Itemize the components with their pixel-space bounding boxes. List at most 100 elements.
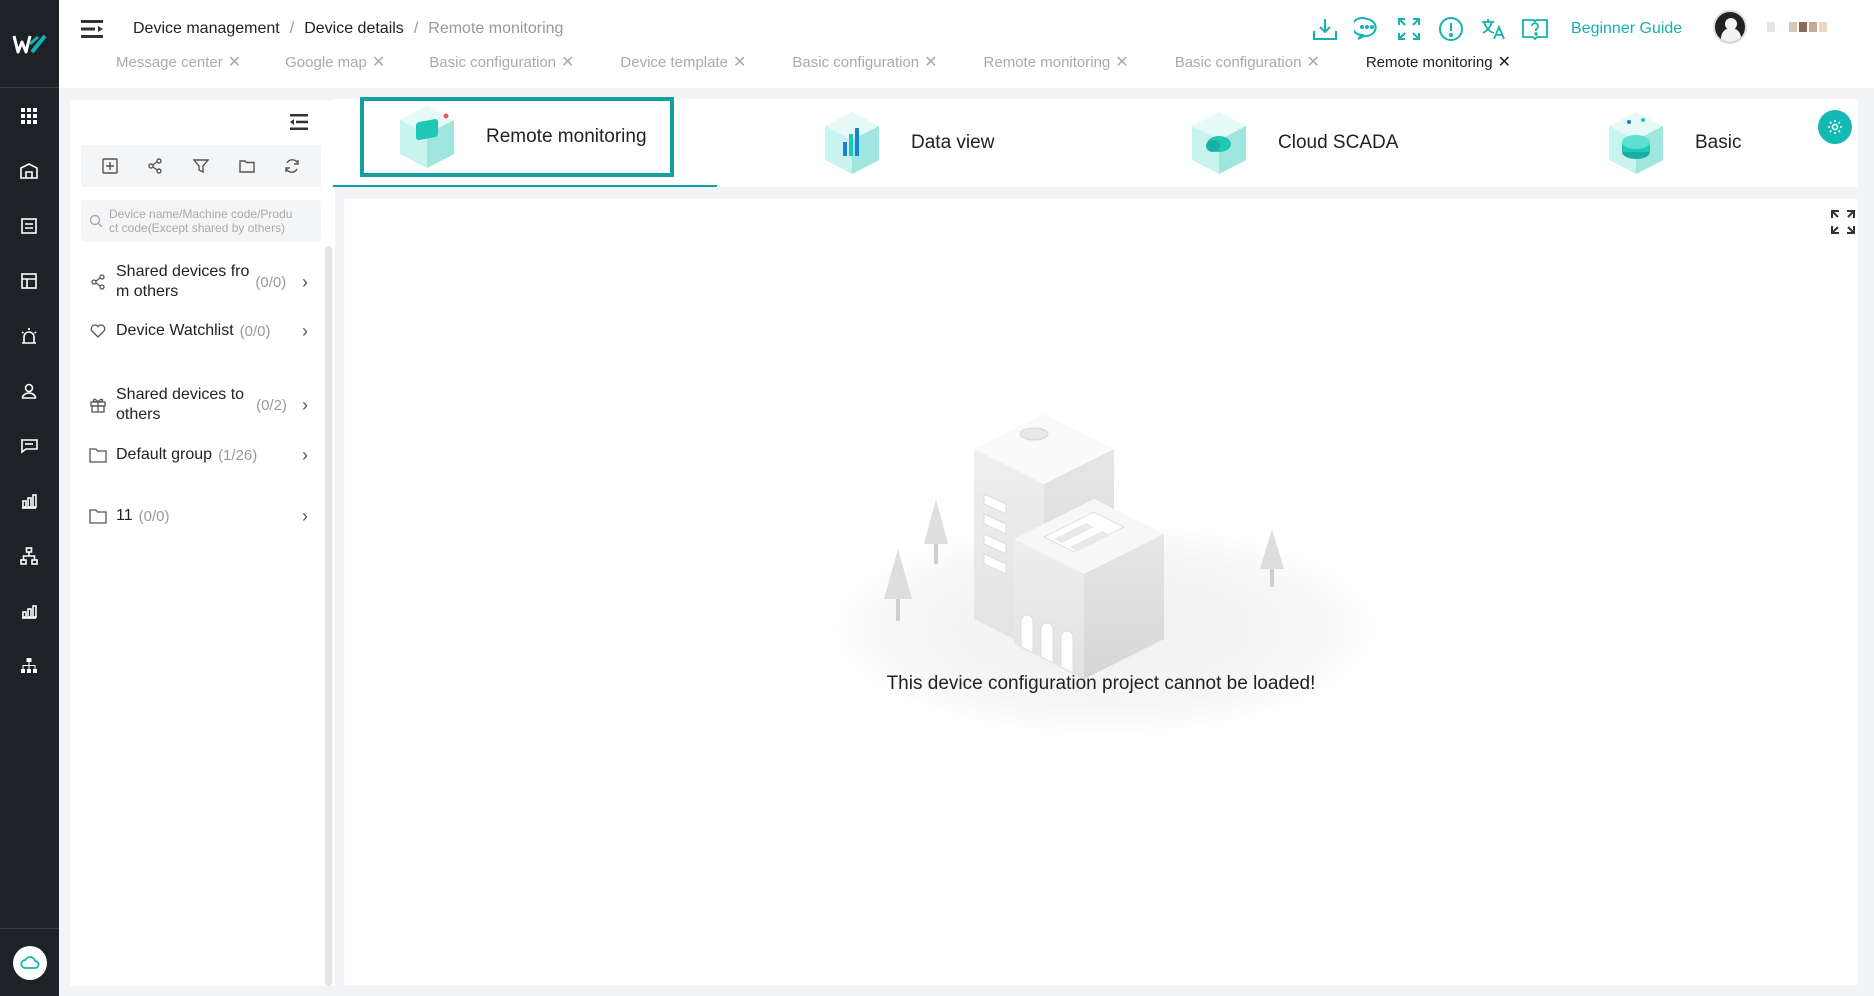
- open-tab[interactable]: Google map ✕: [285, 52, 385, 72]
- open-tab[interactable]: Message center ✕: [116, 52, 241, 72]
- message-icon[interactable]: [18, 435, 40, 457]
- org-chart-icon[interactable]: [18, 655, 40, 677]
- open-tab-label[interactable]: Basic configuration: [1175, 54, 1302, 71]
- open-tab-label[interactable]: Google map: [285, 54, 367, 71]
- statistics-icon[interactable]: [18, 600, 40, 622]
- cloud-icon[interactable]: [12, 945, 47, 980]
- tree-toolbar: [81, 145, 321, 187]
- add-icon[interactable]: [100, 156, 120, 176]
- open-tab-label[interactable]: Message center: [116, 54, 223, 71]
- alarm-icon[interactable]: [18, 325, 40, 347]
- settings-button[interactable]: [1818, 110, 1852, 144]
- close-icon[interactable]: ✕: [733, 52, 746, 72]
- building-icon[interactable]: [18, 160, 40, 182]
- chevron-right-icon[interactable]: ›: [302, 445, 308, 466]
- folder-icon[interactable]: [237, 156, 257, 176]
- open-tab[interactable]: Remote monitoring ✕: [984, 52, 1129, 72]
- tab-remote-monitoring[interactable]: Remote monitoring: [360, 97, 674, 177]
- heart-icon: [88, 321, 108, 341]
- close-icon[interactable]: ✕: [924, 52, 937, 72]
- tree-item-label: Shared devices fro m others: [116, 262, 249, 302]
- close-icon[interactable]: ✕: [228, 52, 241, 72]
- filter-icon[interactable]: [191, 156, 211, 176]
- open-tab-label[interactable]: Basic configuration: [429, 54, 556, 71]
- chevron-right-icon[interactable]: ›: [302, 272, 308, 293]
- fullscreen-icon[interactable]: [1395, 15, 1423, 43]
- breadcrumb-separator: /: [289, 20, 295, 37]
- tree-item-count: (0/0): [138, 507, 170, 525]
- chevron-right-icon[interactable]: ›: [302, 395, 308, 416]
- tab-label: Basic: [1695, 132, 1742, 153]
- close-icon[interactable]: ✕: [561, 52, 574, 72]
- device-tree-panel: Device name/Machine code/Produ ct code(E…: [70, 100, 335, 986]
- beginner-guide-link[interactable]: Beginner Guide: [1571, 20, 1682, 38]
- tree-item-group-11[interactable]: 11 (0/0) ›: [88, 506, 308, 526]
- username[interactable]: [1767, 22, 1827, 32]
- breadcrumb-middle[interactable]: Device details: [304, 20, 404, 38]
- chat-icon[interactable]: [1353, 15, 1381, 43]
- open-tab-label[interactable]: Basic configuration: [792, 54, 919, 71]
- panel-scrollbar[interactable]: [325, 246, 332, 986]
- search-icon: [89, 214, 103, 228]
- menu-toggle-icon[interactable]: [81, 18, 105, 40]
- info-icon[interactable]: [1437, 15, 1465, 43]
- tab-basic[interactable]: Basic: [1605, 99, 1741, 187]
- search-placeholder: Device name/Machine code/Produ ct code(E…: [109, 207, 292, 235]
- open-tabs-bar: Message center ✕ Google map ✕ Basic config…: [116, 52, 1511, 72]
- open-tab[interactable]: Basic configuration ✕: [429, 52, 574, 72]
- share-icon[interactable]: [145, 156, 165, 176]
- tab-data-view[interactable]: Data view: [821, 99, 994, 187]
- open-tab-label[interactable]: Remote monitoring: [1366, 54, 1493, 71]
- list-panel-icon[interactable]: [18, 215, 40, 237]
- chevron-right-icon[interactable]: ›: [302, 506, 308, 527]
- chevron-right-icon[interactable]: ›: [302, 321, 308, 342]
- tab-label: Data view: [911, 132, 995, 153]
- expand-icon[interactable]: [1830, 209, 1856, 235]
- tree-item-watchlist[interactable]: Device Watchlist (0/0) ›: [88, 321, 308, 341]
- layout-icon[interactable]: [18, 270, 40, 292]
- download-icon[interactable]: [1311, 15, 1339, 43]
- device-search-input[interactable]: Device name/Machine code/Produ ct code(E…: [81, 200, 321, 242]
- breadcrumb-root[interactable]: Device management: [133, 20, 280, 38]
- open-tab-active[interactable]: Remote monitoring ✕: [1366, 52, 1511, 72]
- refresh-icon[interactable]: [282, 156, 302, 176]
- open-tab[interactable]: Basic configuration ✕: [1175, 52, 1320, 72]
- tree-item-label: Device Watchlist: [116, 322, 234, 339]
- open-tab[interactable]: Device template ✕: [620, 52, 746, 72]
- tree-item-label: Shared devices to others: [116, 385, 244, 425]
- share-icon: [88, 272, 108, 292]
- tree-item-default-group[interactable]: Default group (1/26) ›: [88, 445, 308, 465]
- open-tab-label[interactable]: Device template: [620, 54, 728, 71]
- close-icon[interactable]: ✕: [1498, 52, 1511, 72]
- search-placeholder-line: Device name/Machine code/Produ: [109, 207, 293, 221]
- avatar[interactable]: [1713, 10, 1747, 44]
- translate-icon[interactable]: [1479, 15, 1507, 43]
- folder-icon: [88, 506, 108, 526]
- tree-item-label-line: others: [116, 406, 161, 423]
- tree-item-shared-to-others[interactable]: Shared devices to others (0/2) ›: [88, 385, 308, 425]
- bar-chart-icon[interactable]: [18, 490, 40, 512]
- tree-item-shared-from-others[interactable]: Shared devices fro m others (0/0) ›: [88, 262, 308, 302]
- hierarchy-icon[interactable]: [18, 545, 40, 567]
- top-header: Device management / Device details / Rem…: [59, 0, 1874, 88]
- monitoring-canvas: This device configuration project cannot…: [344, 199, 1858, 985]
- close-icon[interactable]: ✕: [1115, 52, 1128, 72]
- help-book-icon[interactable]: [1521, 15, 1549, 43]
- close-icon[interactable]: ✕: [372, 52, 385, 72]
- data-view-cube-icon: [825, 112, 879, 174]
- tab-cloud-scada[interactable]: Cloud SCADA: [1188, 99, 1398, 187]
- user-icon[interactable]: [18, 380, 40, 402]
- open-tab-label[interactable]: Remote monitoring: [984, 54, 1111, 71]
- folder-icon: [88, 445, 108, 465]
- close-icon[interactable]: ✕: [1306, 52, 1319, 72]
- collapse-panel-icon[interactable]: [288, 112, 310, 132]
- app-logo[interactable]: [0, 0, 59, 88]
- search-placeholder-line: ct code(Except shared by others): [109, 221, 286, 235]
- remote-monitoring-cube-icon: [400, 106, 454, 168]
- open-tab[interactable]: Basic configuration ✕: [792, 52, 937, 72]
- apps-grid-icon[interactable]: [18, 105, 40, 127]
- tree-item-count: (0/2): [256, 396, 287, 414]
- tab-label: Remote monitoring: [486, 126, 647, 147]
- tree-item-label: Default group: [116, 446, 213, 463]
- tree-item-count: (0/0): [255, 273, 287, 291]
